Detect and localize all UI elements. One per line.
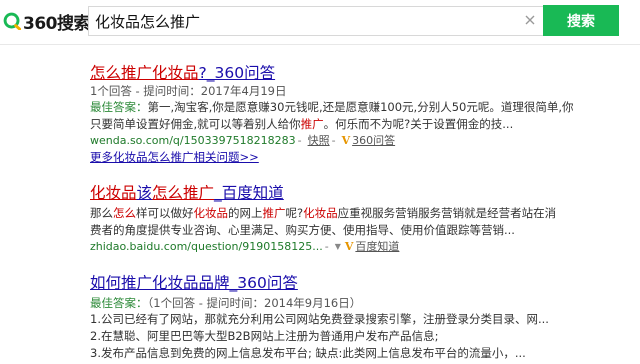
search-box <box>88 6 544 36</box>
abstract-text: 样可以做好 <box>136 206 194 220</box>
result-title-link[interactable]: 如何推广化妆品品牌_360问答 <box>90 274 610 293</box>
abstract-text: 只要简单设置好佣金,就可以等着别人给你 <box>90 117 301 131</box>
abstract-highlight: 化妆品 <box>193 206 229 220</box>
best-answer-label: 最佳答案： <box>90 100 148 114</box>
title-text: 该 <box>136 184 153 202</box>
result-abstract: 最佳答案：第一,淘宝客,你是愿意赚30元钱呢,还是愿意赚100元,分别人50元呢… <box>90 99 610 133</box>
search-result: 化妆品该怎么推广_百度知道 那么怎么样可以做好化妆品的网上推广呢?化妆品应重视服… <box>90 184 610 255</box>
result-url[interactable]: zhidao.baidu.com/question/9190158125... <box>90 239 323 255</box>
separator: - <box>331 134 336 147</box>
abstract-line: 3.发布产品信息到免费的网上信息发布平台; 缺点:此类网上信息发布平台的流量小，… <box>90 346 526 360</box>
verified-v-icon: V <box>344 240 354 253</box>
abstract-text: 。何乐而不为呢?关于设置佣金的技... <box>323 117 514 131</box>
dropdown-arrow-icon[interactable]: ▼ <box>335 239 341 255</box>
verified-v-icon: V <box>341 134 351 147</box>
abstract-text: 的网上 <box>228 206 263 220</box>
result-url-row: zhidao.baidu.com/question/9190158125... … <box>90 239 610 255</box>
site-name-link[interactable]: 360问答 <box>352 133 395 149</box>
abstract-line: 1.公司已经有了网站，那就充分利用公司网站免费登录搜索引擎，注册登录分类目录、网… <box>90 312 549 326</box>
separator: - <box>324 240 329 253</box>
title-text: ?_360问答 <box>198 64 276 82</box>
abstract-text: 应重视服务营销服务营销就是经营者站在消 <box>337 206 557 220</box>
search-header: 360搜索 搜索 <box>0 0 640 45</box>
title-highlight: 怎么推广化妆品 <box>90 64 199 82</box>
result-url-row: wenda.so.com/q/1503397518218283 - 快照 - V… <box>90 133 610 149</box>
title-highlight: 怎么推广 <box>152 184 215 202</box>
title-text: 如何推广化妆品 <box>90 274 199 292</box>
meta-text: （1个回答 - 提问时间：2014年9月16日） <box>147 296 362 310</box>
abstract-text: 费者的角度提供专业咨询、心里满足、购买方便、使用指导、使用价值跟踪等营销... <box>90 223 515 237</box>
title-text: _百度知道 <box>214 184 284 202</box>
site-name-link[interactable]: 百度知道 <box>355 239 399 255</box>
logo-text: 360搜索 <box>23 13 91 34</box>
clear-icon[interactable] <box>523 13 537 27</box>
abstract-highlight: 推广 <box>300 117 324 131</box>
result-abstract: 那么怎么样可以做好化妆品的网上推广呢?化妆品应重视服务营销服务营销就是经营者站在… <box>90 205 610 239</box>
logo[interactable]: 360搜索 <box>3 9 91 34</box>
abstract-line: 2.在慧聪、阿里巴巴等大型B2B网站上注册为普通用户发布产品信息; <box>90 329 439 343</box>
abstract-text: 第一,淘宝客,你是愿意赚30元钱呢,还是愿意赚100元,分别人50元呢。道理很简… <box>147 100 574 114</box>
result-meta: 1个回答 - 提问时间：2017年4月19日 <box>90 84 287 98</box>
logo-icon <box>3 12 21 30</box>
result-title-link[interactable]: 化妆品该怎么推广_百度知道 <box>90 184 610 203</box>
title-text: 品牌_360问答 <box>198 274 298 292</box>
title-highlight: 化妆品 <box>90 184 137 202</box>
search-input[interactable] <box>89 7 515 35</box>
more-related-link[interactable]: 更多化妆品怎么推广相关问题>> <box>90 149 610 165</box>
abstract-text: 那么 <box>90 206 113 220</box>
separator: - <box>297 134 302 147</box>
abstract-highlight: 推广 <box>262 206 286 220</box>
best-answer-label: 最佳答案： <box>90 296 148 310</box>
abstract-highlight: 化妆品 <box>303 206 338 220</box>
search-button[interactable]: 搜索 <box>543 5 619 36</box>
result-abstract: 1.公司已经有了网站，那就充分利用公司网站免费登录搜索引擎，注册登录分类目录、网… <box>90 311 610 362</box>
result-title-link[interactable]: 怎么推广化妆品?_360问答 <box>90 64 610 83</box>
abstract-text: 呢? <box>285 206 304 220</box>
result-meta: 最佳答案：（1个回答 - 提问时间：2014年9月16日） <box>90 295 610 311</box>
snapshot-link[interactable]: 快照 <box>308 133 330 149</box>
abstract-highlight: 怎么 <box>113 206 136 220</box>
search-result: 如何推广化妆品品牌_360问答 最佳答案：（1个回答 - 提问时间：2014年9… <box>90 274 610 362</box>
search-result: 怎么推广化妆品?_360问答 1个回答 - 提问时间：2017年4月19日 最佳… <box>90 64 610 165</box>
result-url[interactable]: wenda.so.com/q/1503397518218283 <box>90 133 296 149</box>
